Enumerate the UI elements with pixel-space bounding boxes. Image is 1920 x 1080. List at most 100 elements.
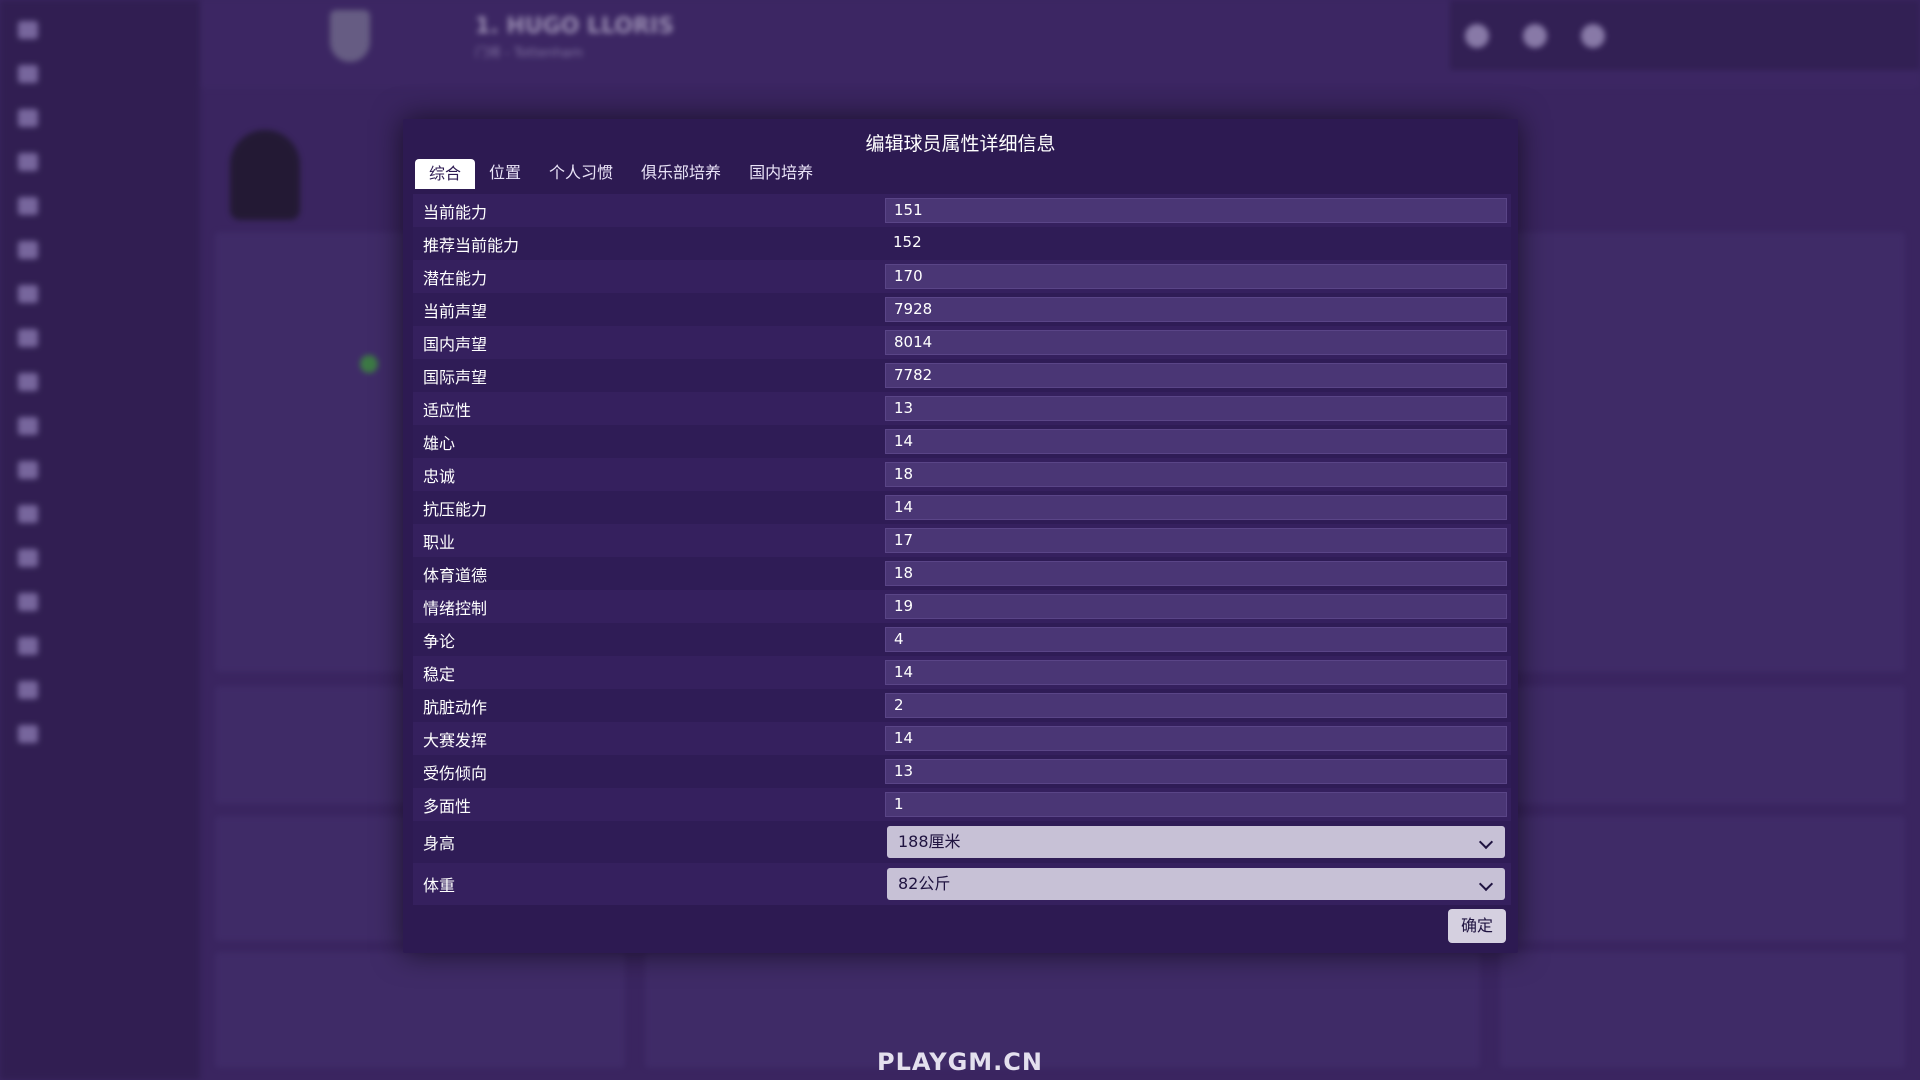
potential-ability-input[interactable]: 170 xyxy=(885,264,1507,289)
tab-bar: 综合 位置 个人习惯 俱乐部培养 国内培养 xyxy=(415,157,827,191)
sidebar-item[interactable] xyxy=(0,624,200,668)
attribute-label: 受伤倾向 xyxy=(423,763,488,783)
attribute-label: 稳定 xyxy=(423,664,456,684)
sidebar-item[interactable] xyxy=(0,316,200,360)
current-ability-input[interactable]: 151 xyxy=(885,198,1507,223)
adaptability-input[interactable]: 13 xyxy=(885,396,1507,421)
sidebar-item[interactable] xyxy=(0,140,200,184)
attribute-label: 身高 xyxy=(423,834,456,853)
injury-proneness-input[interactable]: 13 xyxy=(885,759,1507,784)
sidebar-item[interactable] xyxy=(0,8,200,52)
attribute-list: 当前能力 151 推荐当前能力 152 潜在能力 170 当前声望 7928 国… xyxy=(413,194,1511,905)
attribute-label: 情绪控制 xyxy=(423,598,488,618)
finance-icon xyxy=(18,593,38,611)
report-icon xyxy=(18,241,38,259)
attribute-row: 职业 17 xyxy=(413,524,1511,557)
professionalism-input[interactable]: 17 xyxy=(885,528,1507,553)
player-name: 1. HUGO LLORIS xyxy=(475,14,674,39)
sidebar-item[interactable] xyxy=(0,52,200,96)
attribute-label: 抗压能力 xyxy=(423,499,488,519)
data-icon xyxy=(18,637,38,655)
help-icon[interactable] xyxy=(1465,24,1489,48)
attribute-label: 体重 xyxy=(423,876,456,895)
sidebar-item[interactable] xyxy=(0,712,200,756)
scouting-icon xyxy=(18,461,38,479)
attribute-row: 雄心 14 xyxy=(413,425,1511,458)
competitions-panel xyxy=(1500,686,1905,804)
dirtiness-input[interactable]: 2 xyxy=(885,693,1507,718)
attribute-label: 国际声望 xyxy=(423,367,488,387)
sidebar xyxy=(0,0,200,1080)
sidebar-item[interactable] xyxy=(0,536,200,580)
sidebar-item[interactable] xyxy=(0,96,200,140)
sidebar-item[interactable] xyxy=(0,228,200,272)
attribute-row: 大赛发挥 14 xyxy=(413,722,1511,755)
weight-select-value: 82公斤 xyxy=(898,874,951,893)
world-reputation-input[interactable]: 7782 xyxy=(885,363,1507,388)
edit-player-attributes-dialog: 编辑球员属性详细信息 综合 位置 个人习惯 俱乐部培养 国内培养 当前能力 15… xyxy=(403,119,1518,953)
info-icon[interactable] xyxy=(1523,24,1547,48)
controversy-input[interactable]: 4 xyxy=(885,627,1507,652)
home-reputation-input[interactable]: 8014 xyxy=(885,330,1507,355)
consistency-input[interactable]: 14 xyxy=(885,660,1507,685)
pressure-input[interactable]: 14 xyxy=(885,495,1507,520)
sportsmanship-input[interactable]: 18 xyxy=(885,561,1507,586)
achievements-panel xyxy=(1500,816,1905,941)
attribute-row: 稳定 14 xyxy=(413,656,1511,689)
tab-club-trained[interactable]: 俱乐部培养 xyxy=(627,157,735,189)
tab-nation-trained[interactable]: 国内培养 xyxy=(735,157,827,189)
attribute-label: 潜在能力 xyxy=(423,268,488,288)
attribute-label: 争论 xyxy=(423,631,456,651)
attribute-row: 国内声望 8014 xyxy=(413,326,1511,359)
loyalty-input[interactable]: 18 xyxy=(885,462,1507,487)
attribute-row: 肮脏动作 2 xyxy=(413,689,1511,722)
attribute-label: 忠诚 xyxy=(423,466,456,486)
attribute-row: 身高 188厘米 xyxy=(413,821,1511,863)
important-matches-input[interactable]: 14 xyxy=(885,726,1507,751)
watermark: PLAYGM.CN xyxy=(877,1048,1043,1076)
tab-personal-habits[interactable]: 个人习惯 xyxy=(535,157,627,189)
attribute-label: 雄心 xyxy=(423,433,456,453)
attribute-label: 推荐当前能力 xyxy=(423,235,520,255)
ambition-input[interactable]: 14 xyxy=(885,429,1507,454)
medical-icon xyxy=(18,329,38,347)
attribute-row: 情绪控制 19 xyxy=(413,590,1511,623)
attribute-label: 当前能力 xyxy=(423,202,488,222)
schedule-icon xyxy=(18,373,38,391)
attribute-row: 适应性 13 xyxy=(413,392,1511,425)
versatility-input[interactable]: 1 xyxy=(885,792,1507,817)
chevron-down-icon xyxy=(1478,834,1494,850)
attribute-label: 国内声望 xyxy=(423,334,488,354)
weight-select[interactable]: 82公斤 xyxy=(887,868,1505,900)
player-subtitle: 门将 - Tottenham xyxy=(475,46,583,61)
current-reputation-input[interactable]: 7928 xyxy=(885,297,1507,322)
height-select-value: 188厘米 xyxy=(898,832,961,851)
sidebar-item[interactable] xyxy=(0,184,200,228)
confirm-button[interactable]: 确定 xyxy=(1448,909,1506,943)
temperament-input[interactable]: 19 xyxy=(885,594,1507,619)
sidebar-item[interactable] xyxy=(0,580,200,624)
tab-positions[interactable]: 位置 xyxy=(475,157,535,189)
attribute-label: 职业 xyxy=(423,532,456,552)
sidebar-item[interactable] xyxy=(0,404,200,448)
u18-icon xyxy=(18,725,38,743)
attribute-row: 国际声望 7782 xyxy=(413,359,1511,392)
sidebar-item[interactable] xyxy=(0,272,200,316)
settings-icon[interactable] xyxy=(1581,24,1605,48)
tab-general[interactable]: 综合 xyxy=(415,159,476,189)
height-select[interactable]: 188厘米 xyxy=(887,826,1505,858)
youth-icon xyxy=(18,681,38,699)
home-icon xyxy=(18,21,38,39)
attribute-label: 多面性 xyxy=(423,796,472,816)
sidebar-item[interactable] xyxy=(0,492,200,536)
top-right-bar xyxy=(1450,0,1920,70)
attribute-row: 多面性 1 xyxy=(413,788,1511,821)
attribute-label: 适应性 xyxy=(423,400,472,420)
chevron-down-icon xyxy=(1478,876,1494,892)
sidebar-item[interactable] xyxy=(0,668,200,712)
sidebar-item[interactable] xyxy=(0,360,200,404)
sidebar-item[interactable] xyxy=(0,448,200,492)
player-photo xyxy=(230,130,300,220)
attribute-row: 体育道德 18 xyxy=(413,557,1511,590)
squad-icon xyxy=(18,109,38,127)
